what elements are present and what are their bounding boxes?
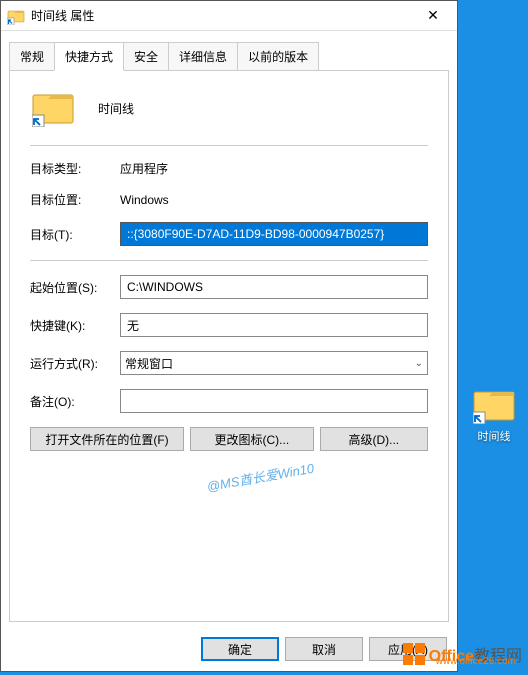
label-target-location: 目标位置: xyxy=(30,191,120,208)
tab-shortcut[interactable]: 快捷方式 xyxy=(54,42,124,71)
open-file-location-button[interactable]: 打开文件所在的位置(F) xyxy=(30,427,184,451)
tab-bar: 常规 快捷方式 安全 详细信息 以前的版本 xyxy=(9,41,449,70)
brand-logo-icon xyxy=(401,641,427,667)
titlebar-folder-icon xyxy=(7,7,25,25)
tab-details[interactable]: 详细信息 xyxy=(168,42,238,71)
item-name: 时间线 xyxy=(98,100,134,117)
target-input[interactable] xyxy=(120,222,428,246)
run-select-value: 常规窗口 xyxy=(125,355,173,372)
desktop-shortcut-icon[interactable]: 时间线 xyxy=(468,386,520,444)
titlebar: 时间线 属性 ✕ xyxy=(1,1,457,31)
tab-previous-versions[interactable]: 以前的版本 xyxy=(237,42,319,71)
dialog-title: 时间线 属性 xyxy=(31,7,413,24)
value-target-type: 应用程序 xyxy=(120,160,168,177)
label-comment: 备注(O): xyxy=(30,393,120,410)
chevron-down-icon: ⌄ xyxy=(415,358,423,369)
separator xyxy=(30,145,428,146)
brand-watermark: Office教程网 www.office26.com xyxy=(401,641,522,667)
value-target-location: Windows xyxy=(120,193,169,207)
watermark-text: @MS酋长爱Win10 xyxy=(205,458,315,496)
change-icon-button[interactable]: 更改图标(C)... xyxy=(190,427,314,451)
label-shortcut-key: 快捷键(K): xyxy=(30,317,120,334)
label-target: 目标(T): xyxy=(30,226,120,243)
tab-panel-shortcut: 时间线 目标类型: 应用程序 目标位置: Windows 目标(T): 起始位置… xyxy=(9,70,449,622)
run-select[interactable]: 常规窗口 ⌄ xyxy=(120,351,428,375)
separator xyxy=(30,260,428,261)
brand-url: www.office26.com xyxy=(436,656,516,667)
start-in-input[interactable] xyxy=(120,275,428,299)
folder-shortcut-icon xyxy=(473,386,515,424)
tab-security[interactable]: 安全 xyxy=(123,42,169,71)
desktop-shortcut-label: 时间线 xyxy=(468,428,520,444)
comment-input[interactable] xyxy=(120,389,428,413)
label-target-type: 目标类型: xyxy=(30,160,120,177)
cancel-button[interactable]: 取消 xyxy=(285,637,363,661)
tab-general[interactable]: 常规 xyxy=(9,42,55,71)
label-start-in: 起始位置(S): xyxy=(30,279,120,296)
properties-dialog: 时间线 属性 ✕ 常规 快捷方式 安全 详细信息 以前的版本 时间线 目标类型:… xyxy=(0,0,458,672)
close-button[interactable]: ✕ xyxy=(413,2,453,30)
shortcut-key-input[interactable] xyxy=(120,313,428,337)
advanced-button[interactable]: 高级(D)... xyxy=(320,427,428,451)
ok-button[interactable]: 确定 xyxy=(201,637,279,661)
label-run: 运行方式(R): xyxy=(30,355,120,372)
item-folder-icon xyxy=(32,89,74,127)
